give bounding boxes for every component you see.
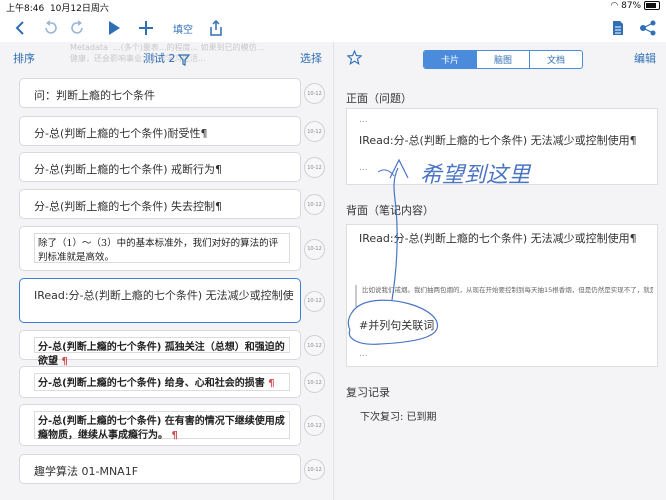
pilcrow-mark: ¶ bbox=[171, 430, 178, 441]
tab-card[interactable]: 卡片 bbox=[424, 51, 476, 68]
star-icon[interactable] bbox=[346, 49, 363, 69]
list-item-text: IRead:分-总(判断上瘾的七个条件) 无法减少或控制使用¶ bbox=[34, 289, 294, 302]
front-text: IRead:分-总(判断上瘾的七个条件) 无法减少或控制使用¶ bbox=[359, 134, 637, 147]
list-item-label: 分-总(判断上瘾的七个条件) 在有害的情况下继续使用成瘾物质，继续从事成瘾行为。 bbox=[38, 416, 285, 441]
select-button[interactable]: 选择 bbox=[300, 50, 322, 66]
sort-button[interactable]: 排序 bbox=[13, 50, 35, 66]
list-item-text: 问：判断上瘾的七个条件 bbox=[34, 89, 155, 102]
tab-document[interactable]: 文档 bbox=[529, 51, 582, 68]
wifi-icon: ◠ bbox=[610, 1, 619, 11]
back-ellipsis: ... bbox=[359, 349, 368, 359]
note-tag: #并列句关联词 bbox=[359, 319, 435, 332]
redo-icon[interactable] bbox=[68, 18, 88, 38]
list-item[interactable]: 分-总(判断上瘾的七个条件) 给身、心和社会的损害 ¶ bbox=[19, 366, 301, 398]
filter-icon[interactable] bbox=[177, 51, 191, 70]
mindmap-icon[interactable] bbox=[636, 18, 660, 38]
review-date-badge[interactable]: 10-12 bbox=[304, 194, 325, 215]
review-date-badge[interactable]: 10-12 bbox=[304, 83, 325, 104]
share-icon[interactable] bbox=[206, 18, 226, 38]
list-item-text: 分-总(判断上瘾的七个条件)耐受性¶ bbox=[34, 127, 208, 140]
filter-label[interactable]: 测试 2 bbox=[143, 50, 176, 66]
note-quote: 比如说我们戒烟。我们抽两包烟的，从现在开始要控制到每天抽15根香烟，但是仍然是实… bbox=[355, 285, 653, 307]
review-date-badge[interactable]: 10-12 bbox=[304, 121, 325, 142]
list-item[interactable]: 除了（1）～（3）中的基本标准外，我们对好的算法的评判标准就是高效。 bbox=[19, 226, 301, 271]
back-text: IRead:分-总(判断上瘾的七个条件) 无法减少或控制使用¶ bbox=[359, 232, 637, 245]
battery-percent: 87% bbox=[621, 1, 642, 11]
list-item-text: 分-总(判断上瘾的七个条件) 戒断行为¶ bbox=[34, 163, 223, 176]
list-item-label: 除了（1）～（3）中的基本标准外，我们对好的算法的评判标准就是高效。 bbox=[38, 238, 279, 263]
list-item-text: 分-总(判断上瘾的七个条件) 在有害的情况下继续使用成瘾物质，继续从事成瘾行为。… bbox=[34, 411, 290, 441]
front-content-box[interactable]: ... IRead:分-总(判断上瘾的七个条件) 无法减少或控制使用¶ ... bbox=[346, 108, 658, 185]
pilcrow-mark: ¶ bbox=[268, 378, 275, 389]
list-item-label: 分-总(判断上瘾的七个条件) 给身、心和社会的损害 bbox=[38, 378, 265, 389]
view-tabs: 卡片 脑图 文档 bbox=[423, 50, 583, 69]
list-item[interactable]: 分-总(判断上瘾的七个条件) 在有害的情况下继续使用成瘾物质，继续从事成瘾行为。… bbox=[19, 404, 301, 446]
review-date-badge[interactable]: 10-12 bbox=[304, 415, 325, 436]
back-icon[interactable] bbox=[10, 18, 30, 38]
status-right: ◠ 87% bbox=[610, 1, 660, 11]
document-icon[interactable] bbox=[608, 18, 628, 38]
list-item-text: 分-总(判断上瘾的七个条件) 给身、心和社会的损害 ¶ bbox=[34, 373, 290, 391]
review-date-badge[interactable]: 10-12 bbox=[304, 157, 325, 178]
battery-icon bbox=[644, 1, 660, 10]
status-bar: 上午8:46 10月12日周六 ◠ 87% bbox=[0, 0, 666, 14]
list-item-text: 分-总(判断上瘾的七个条件) 失去控制¶ bbox=[34, 200, 223, 213]
list-item[interactable]: IRead:分-总(判断上瘾的七个条件) 无法减少或控制使用¶ bbox=[19, 278, 301, 323]
review-date-badge[interactable]: 10-12 bbox=[304, 372, 325, 393]
add-icon[interactable] bbox=[136, 18, 156, 38]
list-item[interactable]: 分-总(判断上瘾的七个条件)耐受性¶ bbox=[19, 116, 301, 146]
edit-button[interactable]: 编辑 bbox=[634, 50, 656, 66]
review-date-badge[interactable]: 10-12 bbox=[304, 290, 325, 312]
tab-mindmap[interactable]: 脑图 bbox=[476, 51, 529, 68]
review-date-badge[interactable]: 10-12 bbox=[304, 459, 325, 480]
review-date-badge[interactable]: 10-12 bbox=[304, 238, 325, 260]
undo-icon[interactable] bbox=[40, 18, 60, 38]
review-date-badge[interactable]: 10-12 bbox=[304, 335, 325, 356]
fill-blank-button[interactable]: 填空 bbox=[170, 18, 196, 38]
play-icon[interactable] bbox=[104, 18, 124, 38]
front-section-title: 正面（问题） bbox=[346, 92, 412, 105]
front-ellipsis-top: ... bbox=[359, 115, 368, 125]
toolbar: 填空 bbox=[0, 14, 666, 42]
list-item-text: 趣学算法 01-MNA1F bbox=[34, 465, 139, 478]
back-content-box[interactable]: IRead:分-总(判断上瘾的七个条件) 无法减少或控制使用¶ 比如说我们戒烟。… bbox=[346, 224, 658, 367]
review-section-title: 复习记录 bbox=[346, 386, 390, 399]
back-section-title: 背面（笔记内容） bbox=[346, 204, 434, 217]
card-detail-pane: 卡片 脑图 文档 编辑 正面（问题） ... IRead:分-总(判断上瘾的七个… bbox=[334, 42, 666, 500]
next-review-status: 下次复习: 已到期 bbox=[360, 412, 437, 423]
front-ellipsis-bottom: ... bbox=[359, 163, 368, 173]
list-item[interactable]: 分-总(判断上瘾的七个条件) 孤独关注（总想）和强迫的欲望 ¶ bbox=[19, 330, 301, 367]
list-item[interactable]: 问：判断上瘾的七个条件 bbox=[19, 78, 301, 108]
list-item[interactable]: 分-总(判断上瘾的七个条件) 失去控制¶ bbox=[19, 189, 301, 219]
list-item-text: 分-总(判断上瘾的七个条件) 孤独关注（总想）和强迫的欲望 ¶ bbox=[34, 337, 290, 367]
status-time: 上午8:46 10月12日周六 bbox=[6, 4, 109, 14]
list-item[interactable]: 分-总(判断上瘾的七个条件) 戒断行为¶ bbox=[19, 152, 301, 182]
list-item[interactable]: 趣学算法 01-MNA1F bbox=[19, 454, 301, 484]
list-item-text: 除了（1）～（3）中的基本标准外，我们对好的算法的评判标准就是高效。 bbox=[34, 233, 290, 263]
